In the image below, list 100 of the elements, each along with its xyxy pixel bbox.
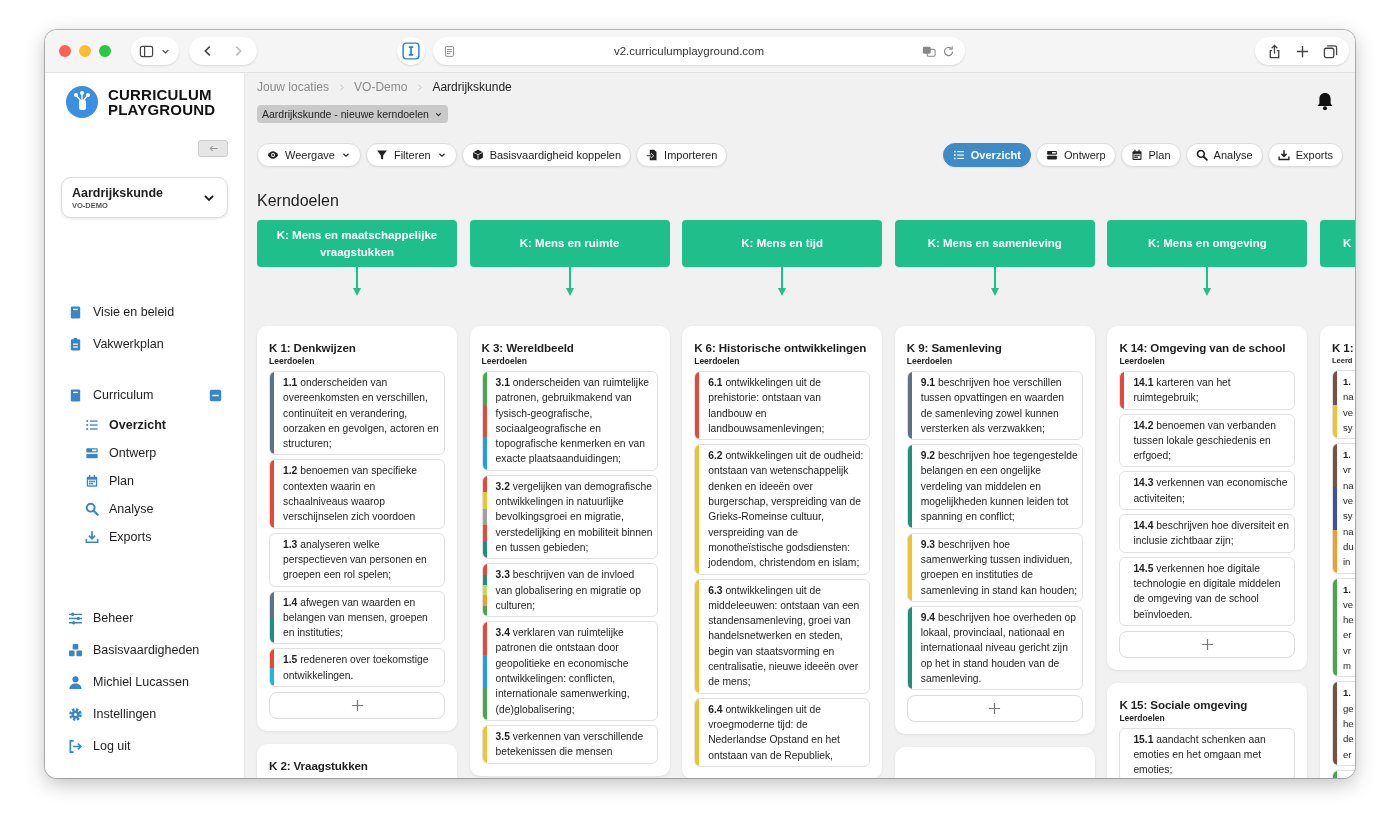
learning-goal-item[interactable]: 3.1 onderscheiden van ruimtelijke patronen, gebruikmakend van fysisch-geografische, sociaalgeografische en topografische kenmerken en van exacte plaatsaanduidingen; [481, 371, 658, 471]
sub-nav-item[interactable]: Ontwerp [61, 439, 228, 467]
layout-icon [85, 446, 99, 460]
file-import-icon [646, 149, 659, 161]
goal-text: 1. na ve sy [1341, 375, 1355, 435]
nav-item[interactable]: Beheer [61, 602, 228, 634]
goal-title: K 6: Historische ontwikkelingen [694, 340, 868, 355]
learning-goal-item[interactable]: 3.4 verklaren van ruimtelijke patronen die ontstaan door geopolitieke en economische ontwikkelingen: conflicten, internationale samenwerking, (de)globalisering; [481, 621, 658, 721]
book-icon [68, 387, 83, 403]
breadcrumb-current: Aardrijkskunde [432, 80, 512, 94]
learning-goal-item[interactable]: 6.1 ontwikkelingen uit de prehistorie: ontstaan van landbouw en landbouwsamenlevingen; [694, 371, 871, 441]
learning-goal-item[interactable]: 6.4 ontwikkelingen uit de vroegmoderne tijd: de Nederlandse Opstand en het ontstaan van de Republiek, [694, 697, 871, 767]
logout-icon [68, 738, 83, 754]
toolbar-button[interactable]: Weergave [257, 143, 361, 167]
learning-goal-item[interactable]: 14.4 beschrijven hoe diversiteit en inclusie zichtbaar zijn; [1119, 514, 1296, 553]
sub-nav-item[interactable]: Overzicht [61, 411, 228, 439]
goal-text: 9.3 beschrijven hoe samenwerking tussen individuen, groepen en instituties de samenleving in stand kan houden; [919, 537, 1079, 598]
view-tab[interactable]: Exports [1267, 143, 1343, 167]
nav-item[interactable]: Michiel Lucassen [61, 666, 228, 698]
learning-goal-item[interactable] [694, 444, 871, 575]
user-icon [68, 674, 83, 690]
learning-goal-item[interactable]: 1. ve he er vr m [1331, 577, 1355, 678]
toolbar-button[interactable]: Filteren [365, 143, 457, 167]
goal-text: 3.4 verklaren van ruimtelijke patronen die ontstaan door geopolitieke en economische ontwikkelingen: conflicten, internationale samenwerking, (de)globalisering; [494, 626, 631, 717]
sliders-icon [68, 610, 83, 626]
learning-goal-item[interactable]: 1. ge he de er [1331, 681, 1355, 766]
calendar-icon [85, 474, 99, 488]
tabs-icon [1322, 43, 1338, 59]
toolbar-button[interactable]: Basisvaardigheid koppelen [461, 143, 632, 167]
learning-goal-item[interactable]: 1.5 redeneren over toekomstige ontwikkelingen. [269, 648, 445, 688]
clipboard-icon [68, 336, 83, 352]
plus-icon [1294, 43, 1310, 59]
goal-title: K 1: Denkwijzen [269, 340, 357, 355]
sub-nav-item[interactable]: Exports [61, 523, 228, 551]
learning-goal-item[interactable]: 9.2 beschrijven hoe tegengestelde belangen en een ongelijke verdeling van middelen en mogelijkheden kunnen leiden tot spanning en conflict; [906, 444, 1083, 529]
sidebar-toggle-button[interactable] [131, 37, 179, 65]
cube-icon [471, 149, 484, 161]
reload-icon [942, 44, 955, 58]
version-select[interactable]: Aardrijkskunde - nieuwe kerndoelen [257, 105, 448, 123]
learning-goal-item[interactable]: 15.1 aandacht schenken aan emoties en het omgaan met emoties; [1119, 727, 1296, 778]
view-tab[interactable]: Overzicht [942, 143, 1031, 167]
url-text: v2.curriculumplayground.com [612, 45, 766, 57]
collapse-icon[interactable] [209, 388, 222, 402]
sub-nav-item[interactable]: Analyse [61, 495, 228, 523]
section-label: Leerdoelen [481, 356, 528, 366]
filter-icon [375, 149, 388, 161]
view-tab[interactable]: Plan [1120, 143, 1181, 167]
goal-text: 3.2 vergelijken van demografische ontwikkelingen in natuurlijke bevolkingsgroei en migratie, verstedelijking en mobiliteit binnen en tussen gebieden; [494, 479, 654, 555]
learning-goal-item[interactable]: 14.2 benoemen van verbanden tussen lokale geschiedenis en erfgoed; [1119, 413, 1296, 468]
list-icon [85, 418, 99, 432]
bell-icon [1315, 90, 1335, 111]
goal-title: K 9: Samenleving [906, 340, 1003, 355]
nav-item[interactable]: Log uit [61, 730, 228, 762]
goal-text: 9.1 beschrijven hoe verschillen tussen opvattingen en waarden de samenleving zowel kunnen versterken als verzwakken; [919, 376, 1065, 436]
goal-text: 6.4 ontwikkelingen uit de vroegmoderne tijd: de Nederlandse Opstand en het ontstaan van de Republiek, [707, 702, 841, 763]
learning-goal-item[interactable]: 14.3 verkennen van economische activiteiten; [1119, 471, 1296, 511]
goal-text: 9.4 beschrijven hoe overheden op lokaal, provinciaal, nationaal en internationaal niveau gericht zijn op het in stand houden van de samenleving. [919, 610, 1077, 687]
learning-goal-item[interactable]: 6.3 ontwikkelingen uit de middeleeuwen: ontstaan van een standensamenleving, groei van handelsnetwerken en steden, begin van staatsvorming en centralisatie, nieuwe ideeën over de mens; [694, 578, 871, 694]
nav-item[interactable]: Instellingen [61, 698, 228, 730]
learning-goal-item[interactable]: 1. vr na ve sy na du in [1331, 443, 1355, 574]
learning-goal-item[interactable]: 1.4 afwegen van waarden en belangen van mensen, groepen en instituties; [269, 590, 445, 645]
learning-goal-item[interactable]: 9.4 beschrijven hoe overheden op lokaal, provinciaal, nationaal en internationaal niveau gericht zijn op het in stand houden van de samenleving. [906, 605, 1083, 691]
address-bar[interactable]: v2.curriculumplayground.com [433, 37, 965, 65]
nav-item[interactable]: Visie en beleid [61, 296, 228, 328]
learning-goal-item[interactable]: 3.3 beschrijven van de invloed van globalisering en migratie op culturen; [481, 563, 658, 618]
zoom-button[interactable] [99, 45, 111, 57]
learning-goal-item[interactable]: 3.5 verkennen van verschillende betekenissen die mensen [481, 724, 658, 764]
search-icon [85, 502, 99, 516]
layout-icon [1045, 149, 1058, 161]
close-button[interactable] [59, 45, 71, 57]
minimize-button[interactable] [79, 45, 91, 57]
connector-arrow [989, 267, 1000, 296]
goal-text: 1.4 afwegen van waarden en belangen van mensen, groepen en instituties; [282, 595, 429, 641]
goal-title: K 2: Vraagstukken [269, 758, 369, 774]
collapse-sidebar-button[interactable] [198, 140, 228, 157]
nav-item[interactable]: Vakwerkplan [61, 328, 228, 360]
sub-nav-item[interactable]: Plan [61, 467, 228, 495]
learning-goal-item[interactable]: 1.3 analyseren welke perspectieven van personen en groepen een rol spelen; [269, 532, 445, 587]
goal-text: 1.1 onderscheiden van overeenkomsten en verschillen, continuïteit en verandering, oorzaken en gevolgen, actoren en structuren; [282, 376, 440, 452]
nav-item[interactable]: Curriculum [61, 379, 228, 411]
goal-title: K 1: [1331, 340, 1355, 355]
goal-text: 6.3 ontwikkelingen uit de middeleeuwen: ontstaan van een standensamenleving, groei van handelsnetwerken en steden, begin van staatsvorming en centralisatie, nieuwe ideeën over de mens; [707, 583, 861, 690]
section-label: Leerdoelen [906, 356, 954, 366]
nav-item[interactable]: Basisvaardigheden [61, 634, 228, 666]
learning-goal-item[interactable]: 3.2 vergelijken van demografische ontwikkelingen in natuurlijke bevolkingsgroei en migratie, verstedelijking en mobiliteit binnen en tussen gebieden; [481, 474, 658, 560]
learning-goal-item[interactable]: 1.2 benoemen van specifieke contexten waarin en schaalniveaus waarop verschijnselen zich voordoen [269, 459, 445, 529]
toolbar-button[interactable]: Importeren [636, 143, 728, 167]
learning-goal-item[interactable]: 14.1 karteren van het ruimtegebruik; [1119, 371, 1296, 410]
goal-text: 14.5 verkennen hoe digitale technologie en digitale middelen de omgeving van de school beïnvloeden. [1132, 561, 1282, 622]
goal-text: 6.1 ontwikkelingen uit de prehistorie: ontstaan van landbouw en landbouwsamenlevingen; [707, 376, 826, 436]
learning-goal-item[interactable]: 1.1 onderscheiden van overeenkomsten en verschillen, continuïteit en verandering, oorzaken en gevolgen, actoren en structuren; [269, 371, 445, 456]
learning-goal-item[interactable]: 9.3 beschrijven hoe samenwerking tussen individuen, groepen en instituties de samenleving in stand kan houden; [906, 532, 1083, 602]
extension-button[interactable] [397, 37, 425, 65]
view-tab[interactable]: Analyse [1185, 143, 1263, 167]
learning-goal-item[interactable]: 14.5 verkennen hoe digitale technologie en digitale middelen de omgeving van de school beïnvloeden. [1119, 556, 1296, 626]
learning-goal-item[interactable]: 1. na ve sy [1331, 370, 1355, 440]
learning-goal-item[interactable]: 9.1 beschrijven hoe verschillen tussen opvattingen en waarden de samenleving zowel kunnen versterken als verzwakken; [906, 371, 1083, 441]
plus-icon [350, 699, 364, 713]
translate-icon [922, 44, 936, 58]
view-tab[interactable]: Ontwerp [1035, 143, 1116, 167]
